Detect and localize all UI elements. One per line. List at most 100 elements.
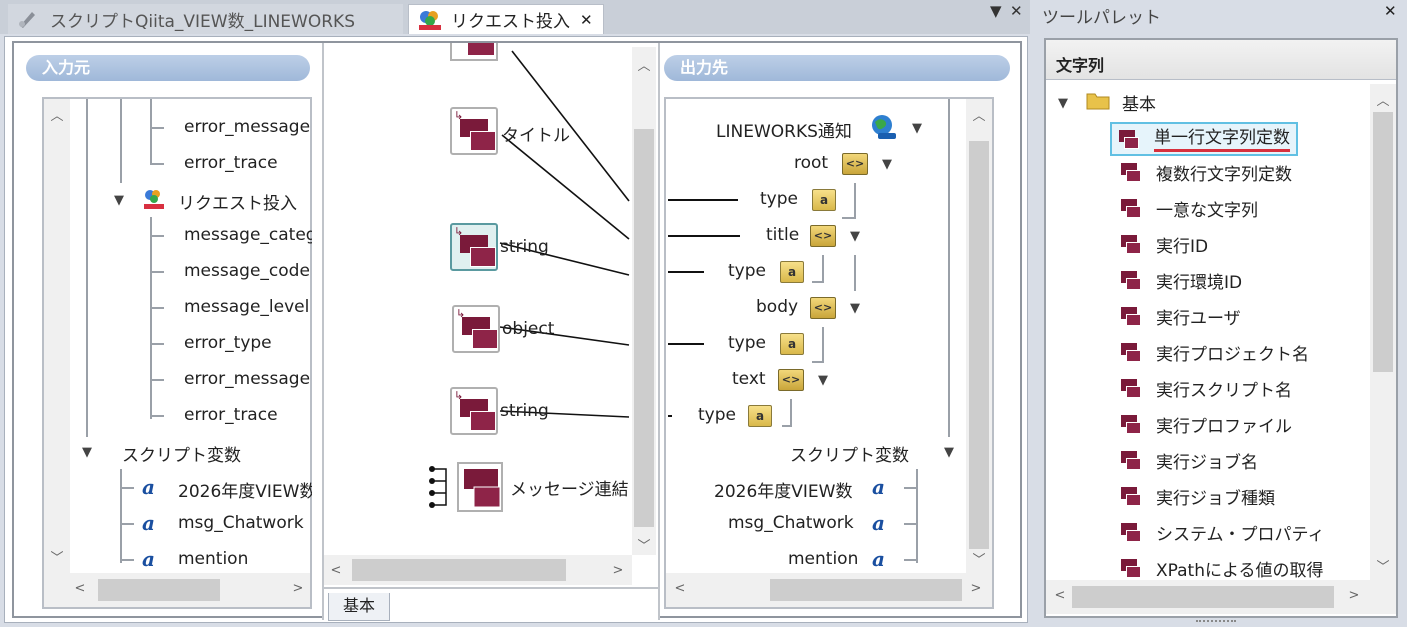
scroll-left-icon[interactable]: < <box>670 581 690 596</box>
scroll-down-icon[interactable]: ﹀ <box>1373 556 1393 575</box>
palette-item[interactable]: 複数行文字列定数 <box>1120 158 1292 186</box>
scroll-down-icon[interactable]: ﹀ <box>634 535 654 554</box>
source-vscrollbar[interactable]: ︿ ﹀ <box>44 99 70 573</box>
tree-item[interactable]: error_trace <box>184 153 278 173</box>
palette-item[interactable]: 単一行文字列定数 <box>1110 122 1298 156</box>
tree-item[interactable]: text <box>732 369 766 389</box>
canvas-vscroll-thumb[interactable] <box>634 129 654 527</box>
tree-item[interactable]: type <box>760 189 798 209</box>
target-vscrollbar[interactable]: ︿ ﹀ <box>966 99 992 573</box>
scroll-down-icon[interactable]: ﹀ <box>969 549 989 568</box>
expand-icon[interactable]: ▼ <box>912 121 922 136</box>
palette-item[interactable]: 実行プロファイル <box>1120 410 1292 438</box>
palette-item[interactable]: XPathによる値の取得 <box>1120 554 1323 582</box>
tree-item[interactable]: message_level <box>184 297 312 317</box>
palette-item[interactable]: 実行ID <box>1120 230 1208 258</box>
palette-hscroll-thumb[interactable] <box>1072 586 1334 608</box>
expand-icon[interactable]: ▼ <box>882 157 892 172</box>
palette-item[interactable]: 実行ジョブ名 <box>1120 446 1258 474</box>
palette-item[interactable]: 実行スクリプト名 <box>1120 374 1292 402</box>
message-concat-icon[interactable] <box>426 461 508 513</box>
expand-icon[interactable]: ▼ <box>818 373 828 388</box>
expand-icon[interactable]: ▼ <box>850 301 860 316</box>
tree-item[interactable]: スクリプト変数 <box>122 441 241 466</box>
tab-script[interactable]: スクリプトQiita_VIEW数_LINEWORKS <box>8 4 403 34</box>
palette-category[interactable]: 文字列 <box>1046 40 1396 80</box>
expand-icon[interactable]: ▼ <box>82 445 92 460</box>
string-constant-icon[interactable] <box>450 43 498 61</box>
scroll-up-icon[interactable]: ︿ <box>47 105 67 124</box>
tree-item[interactable]: message_code <box>184 261 312 281</box>
string-constant-icon[interactable]: ↳ <box>452 305 500 353</box>
mapping-canvas[interactable]: ︿ ﹀ < > ↳ タイトル ↳ string ↳ object ↳ strin… <box>322 43 660 621</box>
view-menu-icon[interactable]: ▼ <box>990 2 1002 20</box>
node-label[interactable]: タイトル <box>502 121 570 146</box>
scroll-right-icon[interactable]: > <box>288 581 308 596</box>
tree-item[interactable]: title <box>766 225 799 245</box>
palette-close-icon[interactable]: ✕ <box>1384 2 1397 20</box>
tree-item[interactable]: 2026年度VIEW数 <box>178 477 312 502</box>
tab-close-icon[interactable]: ✕ <box>580 11 593 29</box>
target-hscrollbar[interactable]: < > <box>666 573 992 607</box>
tree-item[interactable]: type <box>728 333 766 353</box>
tree-item[interactable]: error_message <box>184 369 312 389</box>
scroll-right-icon[interactable]: > <box>608 563 628 578</box>
scroll-left-icon[interactable]: < <box>70 581 90 596</box>
tree-item[interactable]: LINEWORKS通知 <box>716 117 852 142</box>
expand-icon[interactable]: ▼ <box>1058 96 1068 111</box>
expand-icon[interactable]: ▼ <box>944 445 954 460</box>
palette-item[interactable]: 実行ユーザ <box>1120 302 1241 330</box>
tree-item[interactable]: type <box>698 405 736 425</box>
canvas-hscroll-thumb[interactable] <box>352 559 566 581</box>
tree-item[interactable]: mention <box>178 549 248 569</box>
node-label[interactable]: string <box>500 237 549 257</box>
node-label[interactable]: object <box>502 319 554 339</box>
tree-item[interactable]: 2026年度VIEW数 <box>714 477 852 502</box>
string-constant-icon[interactable]: ↳ <box>450 223 498 271</box>
palette-hscrollbar[interactable]: < > <box>1046 580 1396 614</box>
target-vscroll-thumb[interactable] <box>969 141 989 549</box>
tree-item[interactable]: root <box>794 153 828 173</box>
tree-item[interactable]: リクエスト投入 <box>178 189 297 214</box>
tree-item[interactable]: msg_Chatwork <box>728 513 854 533</box>
scroll-left-icon[interactable]: < <box>326 563 346 578</box>
palette-vscroll-thumb[interactable] <box>1373 112 1393 372</box>
view-close-icon[interactable]: ✕ <box>1010 2 1023 20</box>
canvas-hscrollbar[interactable]: < > <box>324 555 632 585</box>
tree-item[interactable]: message_categ <box>184 225 312 245</box>
tree-item[interactable]: error_message <box>184 117 312 137</box>
expand-icon[interactable]: ▼ <box>850 229 860 244</box>
scroll-up-icon[interactable]: ︿ <box>1373 90 1393 109</box>
string-constant-icon[interactable]: ↳ <box>450 387 498 435</box>
resize-grip[interactable] <box>1196 620 1236 624</box>
node-label[interactable]: メッセージ連結 <box>510 475 638 500</box>
scroll-down-icon[interactable]: ﹀ <box>47 547 67 566</box>
tree-item[interactable]: type <box>728 261 766 281</box>
tree-item[interactable]: error_trace <box>184 405 278 425</box>
tree-item[interactable]: body <box>756 297 798 317</box>
target-hscroll-thumb[interactable] <box>770 579 962 601</box>
scroll-right-icon[interactable]: > <box>1344 588 1364 603</box>
source-hscroll-thumb[interactable] <box>98 579 220 601</box>
node-label[interactable]: string <box>500 401 549 421</box>
palette-item[interactable]: システム・プロパティ <box>1120 518 1324 546</box>
palette-item[interactable]: 実行ジョブ種類 <box>1120 482 1275 510</box>
tree-item[interactable]: error_type <box>184 333 272 353</box>
tree-item[interactable]: msg_Chatwork <box>178 513 312 533</box>
tab-basic[interactable]: 基本 <box>328 593 390 621</box>
palette-item[interactable]: 実行環境ID <box>1120 266 1242 294</box>
palette-item[interactable]: 実行プロジェクト名 <box>1120 338 1309 366</box>
expand-icon[interactable]: ▼ <box>114 193 124 208</box>
palette-vscrollbar[interactable]: ︿ ﹀ <box>1370 84 1396 580</box>
tree-item[interactable]: mention <box>788 549 858 569</box>
string-constant-icon[interactable]: ↳ <box>450 107 498 155</box>
source-hscrollbar[interactable]: < > <box>44 573 310 607</box>
tab-request[interactable]: リクエスト投入 ✕ <box>408 4 604 34</box>
tree-item[interactable]: スクリプト変数 <box>790 441 909 466</box>
folder-label[interactable]: 基本 <box>1122 90 1156 115</box>
scroll-right-icon[interactable]: > <box>966 581 986 596</box>
palette-item[interactable]: 一意な文字列 <box>1120 194 1258 222</box>
scroll-up-icon[interactable]: ︿ <box>969 105 989 124</box>
scroll-up-icon[interactable]: ︿ <box>634 55 654 74</box>
scroll-left-icon[interactable]: < <box>1050 588 1070 603</box>
